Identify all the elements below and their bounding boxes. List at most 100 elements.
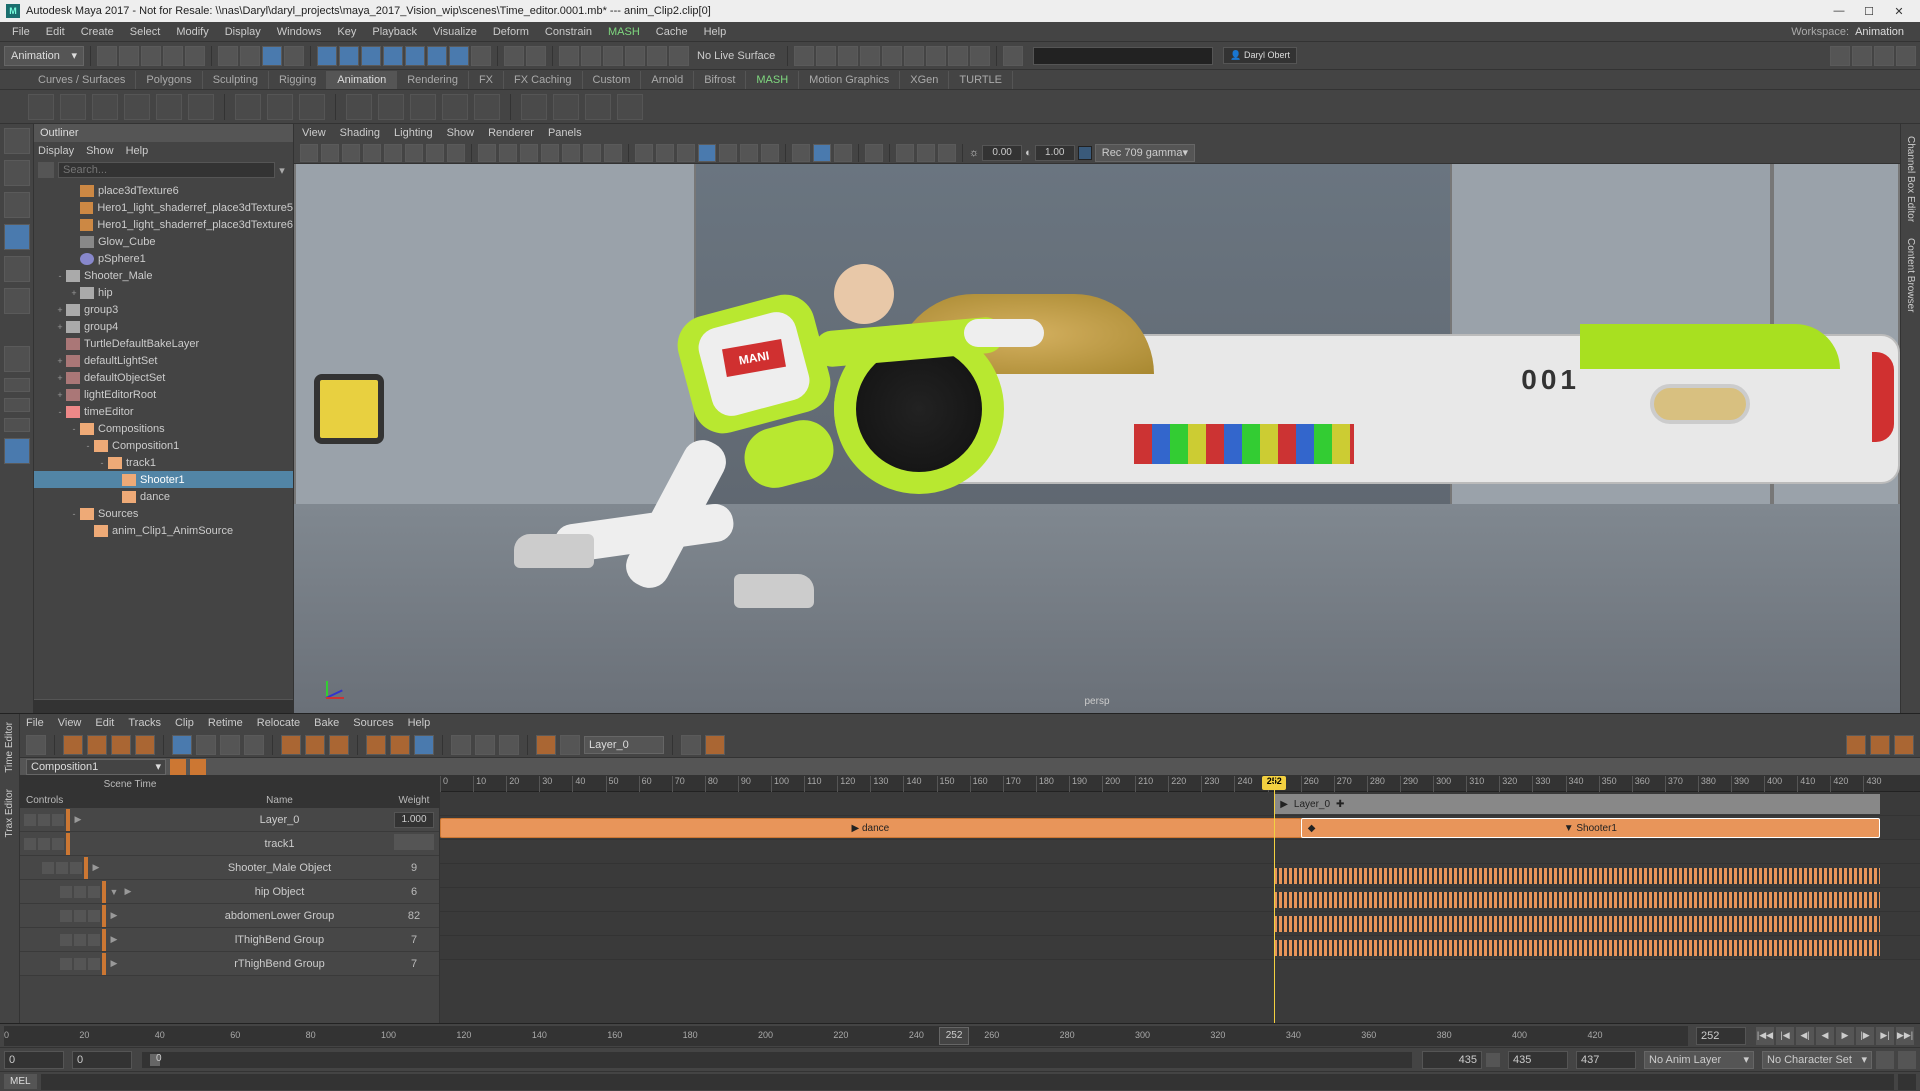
outliner-menu-show[interactable]: Show <box>86 145 114 157</box>
current-frame-input[interactable] <box>1696 1027 1746 1045</box>
shelf-icon[interactable] <box>410 94 436 120</box>
outliner-item[interactable]: dance <box>34 488 293 505</box>
te-split-button[interactable] <box>281 735 301 755</box>
menu-file[interactable]: File <box>4 26 38 38</box>
expand-icon[interactable]: + <box>54 305 66 315</box>
te-lane-abdomen[interactable] <box>440 888 1920 912</box>
vp-safe-action-icon[interactable] <box>447 144 465 162</box>
outliner-item[interactable]: +hip <box>34 284 293 301</box>
expand-icon[interactable]: + <box>54 390 66 400</box>
shelf-icon[interactable] <box>267 94 293 120</box>
te-mute-toggle[interactable] <box>60 886 72 898</box>
menu-mash[interactable]: MASH <box>600 26 648 38</box>
render-settings-button[interactable] <box>860 46 880 66</box>
vp-dof-icon[interactable] <box>896 144 914 162</box>
te-key-button[interactable] <box>681 735 701 755</box>
vp-arrow-icon[interactable] <box>865 144 883 162</box>
trax-editor-tab[interactable]: Trax Editor <box>2 781 17 846</box>
vp-textured-icon[interactable] <box>520 144 538 162</box>
vp-wireframe-shaded-icon[interactable] <box>740 144 758 162</box>
shelf-tab-mash[interactable]: MASH <box>746 71 799 89</box>
outliner-item[interactable]: -Composition1 <box>34 437 293 454</box>
outliner-item[interactable]: -Shooter_Male <box>34 267 293 284</box>
te-mute-toggle[interactable] <box>24 814 36 826</box>
collapse-icon[interactable]: ▼ <box>108 887 120 897</box>
outliner-item[interactable]: +defaultObjectSet <box>34 369 293 386</box>
snap-toggle-button[interactable] <box>449 46 469 66</box>
te-snap-button[interactable] <box>196 735 216 755</box>
shelf-tab-custom[interactable]: Custom <box>583 71 642 89</box>
outliner-item[interactable]: -Sources <box>34 505 293 522</box>
shelf-icon[interactable] <box>124 94 150 120</box>
vp-motion-blur-icon[interactable] <box>604 144 622 162</box>
sym-off-button[interactable] <box>647 46 667 66</box>
range-slider[interactable]: 0 <box>142 1052 1412 1068</box>
te-add-layer-button[interactable] <box>536 735 556 755</box>
vp-film-gate-icon[interactable] <box>363 144 381 162</box>
expand-icon[interactable]: - <box>96 458 108 468</box>
time-slider-current[interactable]: 252 <box>939 1027 969 1045</box>
render-setup-button[interactable] <box>904 46 924 66</box>
shelf-icon[interactable] <box>60 94 86 120</box>
expand-icon[interactable]: - <box>68 509 80 519</box>
te-menu-tracks[interactable]: Tracks <box>128 717 161 729</box>
te-solo-toggle[interactable] <box>74 934 86 946</box>
unlock-button[interactable] <box>526 46 546 66</box>
te-autokey-button[interactable] <box>705 735 725 755</box>
menu-constrain[interactable]: Constrain <box>537 26 600 38</box>
expand-icon[interactable]: ▶ <box>90 862 102 873</box>
time-editor-tab[interactable]: Time Editor <box>2 714 17 781</box>
expand-icon[interactable]: + <box>54 373 66 383</box>
redo-button[interactable] <box>185 46 205 66</box>
save-scene-button[interactable] <box>141 46 161 66</box>
sym-topo-button[interactable] <box>625 46 645 66</box>
te-keyframes[interactable] <box>1274 892 1880 908</box>
shelf-icon[interactable] <box>617 94 643 120</box>
menu-modify[interactable]: Modify <box>168 26 216 38</box>
outliner-item[interactable]: +lightEditorRoot <box>34 386 293 403</box>
prev-key-button[interactable]: |◀ <box>1776 1027 1794 1045</box>
te-rec-toggle[interactable] <box>88 934 100 946</box>
te-track-row[interactable]: track1 <box>20 832 439 856</box>
shelf-icon[interactable] <box>188 94 214 120</box>
te-track-row[interactable]: ▼▶hip Object6 <box>20 880 439 904</box>
shelf-tab-arnold[interactable]: Arnold <box>641 71 694 89</box>
te-menu-sources[interactable]: Sources <box>353 717 393 729</box>
expand-icon[interactable]: ▶ <box>122 886 134 897</box>
lasso-tool-button[interactable] <box>240 46 260 66</box>
te-mute-button[interactable] <box>26 735 46 755</box>
expand-icon[interactable]: + <box>68 288 80 298</box>
menu-create[interactable]: Create <box>73 26 122 38</box>
open-scene-button[interactable] <box>119 46 139 66</box>
vp-exposure-input[interactable] <box>982 145 1022 161</box>
go-start-button[interactable]: |◀◀ <box>1756 1027 1774 1045</box>
attribute-editor-button[interactable] <box>1852 46 1872 66</box>
command-input[interactable] <box>41 1074 1894 1090</box>
expand-icon[interactable]: - <box>54 407 66 417</box>
outliner-item[interactable]: -timeEditor <box>34 403 293 420</box>
character-set-dropdown[interactable]: No Character Set▾ <box>1762 1051 1872 1069</box>
scale-tool[interactable] <box>4 288 30 314</box>
te-rec-toggle[interactable] <box>88 910 100 922</box>
minimize-button[interactable]: — <box>1824 3 1854 19</box>
render-pause-button[interactable] <box>948 46 968 66</box>
ipr-button[interactable] <box>838 46 858 66</box>
channel-box-button[interactable] <box>1896 46 1916 66</box>
snap-live-button[interactable] <box>427 46 447 66</box>
shelf-tab-polygons[interactable]: Polygons <box>136 71 202 89</box>
step-forward-button[interactable]: |▶ <box>1856 1027 1874 1045</box>
expand-icon[interactable]: ▶ <box>108 910 120 921</box>
sym-world-button[interactable] <box>669 46 689 66</box>
te-track-row[interactable]: ▶Layer_0 <box>20 808 439 832</box>
te-layer0-header[interactable]: ▶Layer_0✚ <box>1274 794 1880 814</box>
play-back-button[interactable]: ◀ <box>1816 1027 1834 1045</box>
menu-windows[interactable]: Windows <box>269 26 330 38</box>
te-lane-track1[interactable]: ▶ dance ◆▼ Shooter1 <box>440 816 1920 840</box>
vp-res-gate-icon[interactable] <box>384 144 402 162</box>
layout-outliner[interactable] <box>4 438 30 464</box>
te-menu-edit[interactable]: Edit <box>95 717 114 729</box>
te-track-row[interactable]: ▶abdomenLower Group82 <box>20 904 439 928</box>
te-weight-input[interactable] <box>394 812 434 828</box>
filter-icon[interactable] <box>38 162 54 178</box>
te-clip-dance[interactable]: ▶ dance <box>440 818 1301 838</box>
